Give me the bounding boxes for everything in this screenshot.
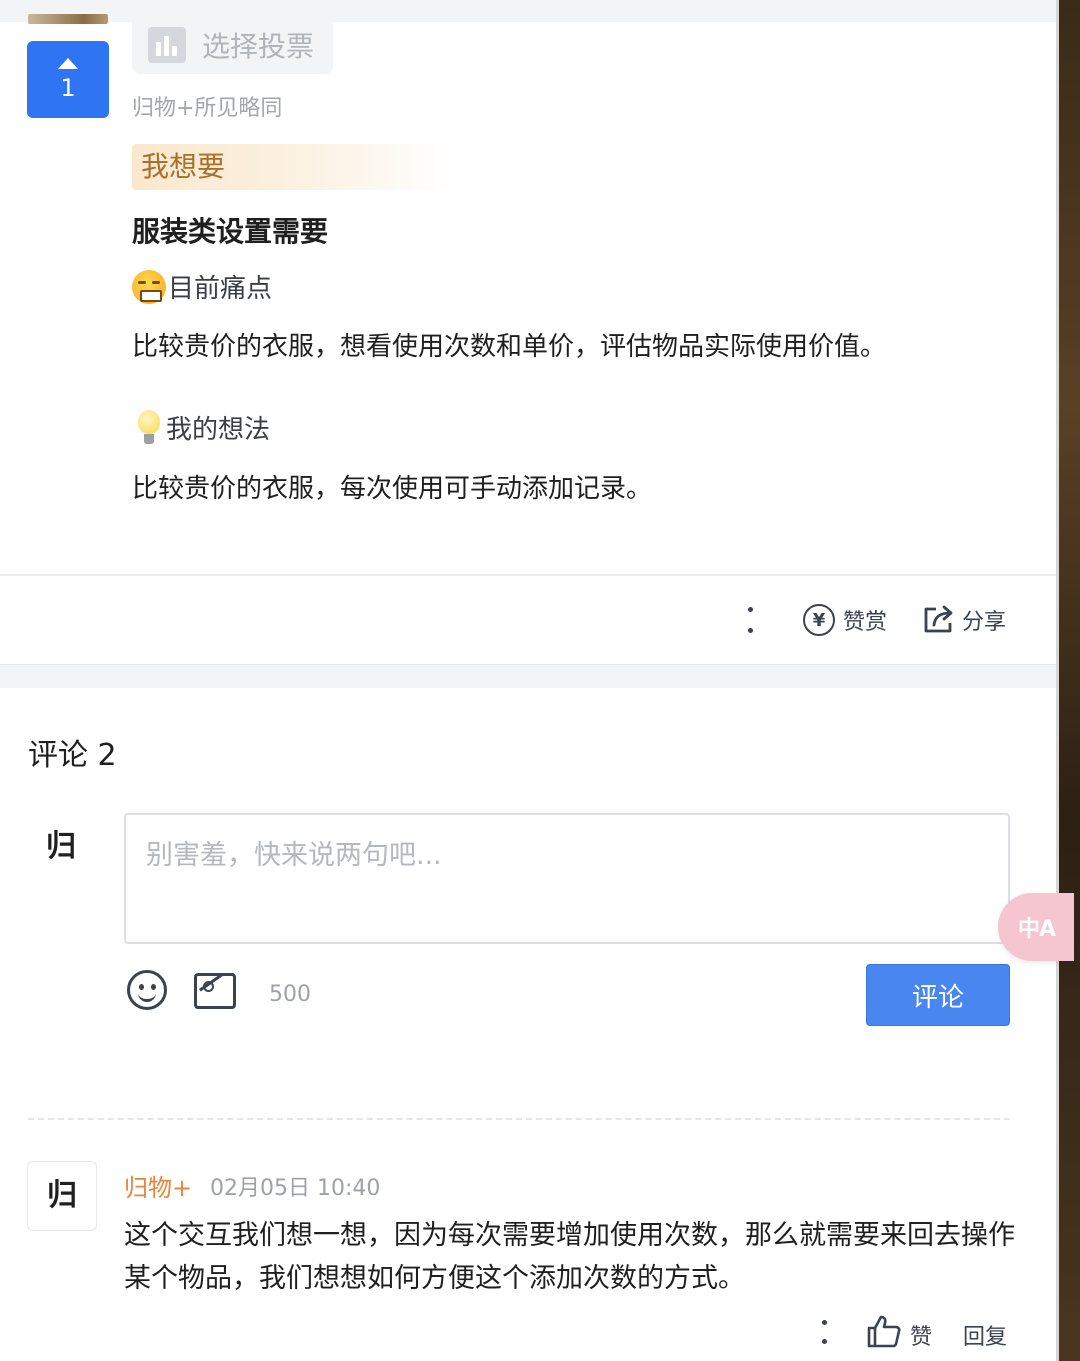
comment-author[interactable]: 归物+ xyxy=(124,1168,192,1203)
comments-divider xyxy=(28,1118,1010,1120)
share-icon xyxy=(924,605,953,633)
vote-count: 1 xyxy=(60,74,76,102)
reply-button[interactable]: 回复 xyxy=(963,1319,1007,1351)
current-user-avatar: 归 xyxy=(26,812,96,882)
pain-heading: 目前痛点 xyxy=(132,268,272,305)
image-upload-icon[interactable] xyxy=(194,973,236,1009)
share-button[interactable]: 分享 xyxy=(922,604,1006,636)
emoji-picker-icon[interactable] xyxy=(127,970,167,1010)
comment-more-icon[interactable] xyxy=(820,1320,828,1344)
section-separator xyxy=(0,664,1056,688)
pain-text: 比较贵价的衣服，想看使用次数和单价，评估物品实际使用价值。 xyxy=(132,332,887,362)
translate-button[interactable]: 中A xyxy=(998,893,1074,961)
upvote-button[interactable]: 1 xyxy=(27,41,109,118)
idea-text: 比较贵价的衣服，每次使用可手动添加记录。 xyxy=(132,474,653,504)
poll-button[interactable]: 选择投票 xyxy=(132,16,333,74)
like-label[interactable]: 赞 xyxy=(910,1319,932,1351)
submit-comment-button[interactable]: 评论 xyxy=(866,964,1010,1026)
idea-heading: 我的想法 xyxy=(134,409,270,446)
more-options-icon[interactable] xyxy=(746,607,754,633)
desktop-background-strip xyxy=(1058,0,1080,1361)
comment-text: 这个交互我们想一想，因为每次需要增加使用次数，那么就需要来回去操作某个物品，我们… xyxy=(124,1220,1015,1294)
post-category[interactable]: 归物+所见略同 xyxy=(132,90,282,122)
comment-input[interactable] xyxy=(124,813,1010,944)
divider xyxy=(0,574,1056,576)
upvote-arrow-icon xyxy=(58,58,78,69)
char-count: 500 xyxy=(269,982,311,1007)
comment-author-avatar[interactable]: 归 xyxy=(27,1161,97,1231)
poll-label: 选择投票 xyxy=(202,30,315,63)
header-image-thumbnail xyxy=(28,14,108,24)
post-title: 服装类设置需要 xyxy=(132,215,329,248)
post-tag: 我想要 xyxy=(132,144,452,190)
share-label: 分享 xyxy=(962,610,1007,635)
reward-label: 赞赏 xyxy=(843,610,888,635)
avatar-logo: 归 xyxy=(46,829,76,864)
comments-title: 评论 2 xyxy=(28,738,117,773)
lightbulb-icon xyxy=(134,409,164,446)
window-edge xyxy=(1056,0,1059,1361)
comment-timestamp: 02月05日 10:40 xyxy=(210,1176,381,1201)
frustrated-emoji-icon xyxy=(132,269,166,304)
bar-chart-icon xyxy=(148,27,186,63)
reward-button[interactable]: ¥ 赞赏 xyxy=(803,604,887,636)
pain-heading-label: 目前痛点 xyxy=(168,274,273,304)
yen-coin-icon: ¥ xyxy=(803,604,835,636)
thumbs-up-icon[interactable] xyxy=(866,1314,902,1348)
idea-heading-label: 我的想法 xyxy=(166,415,271,445)
avatar-logo: 归 xyxy=(47,1178,77,1213)
